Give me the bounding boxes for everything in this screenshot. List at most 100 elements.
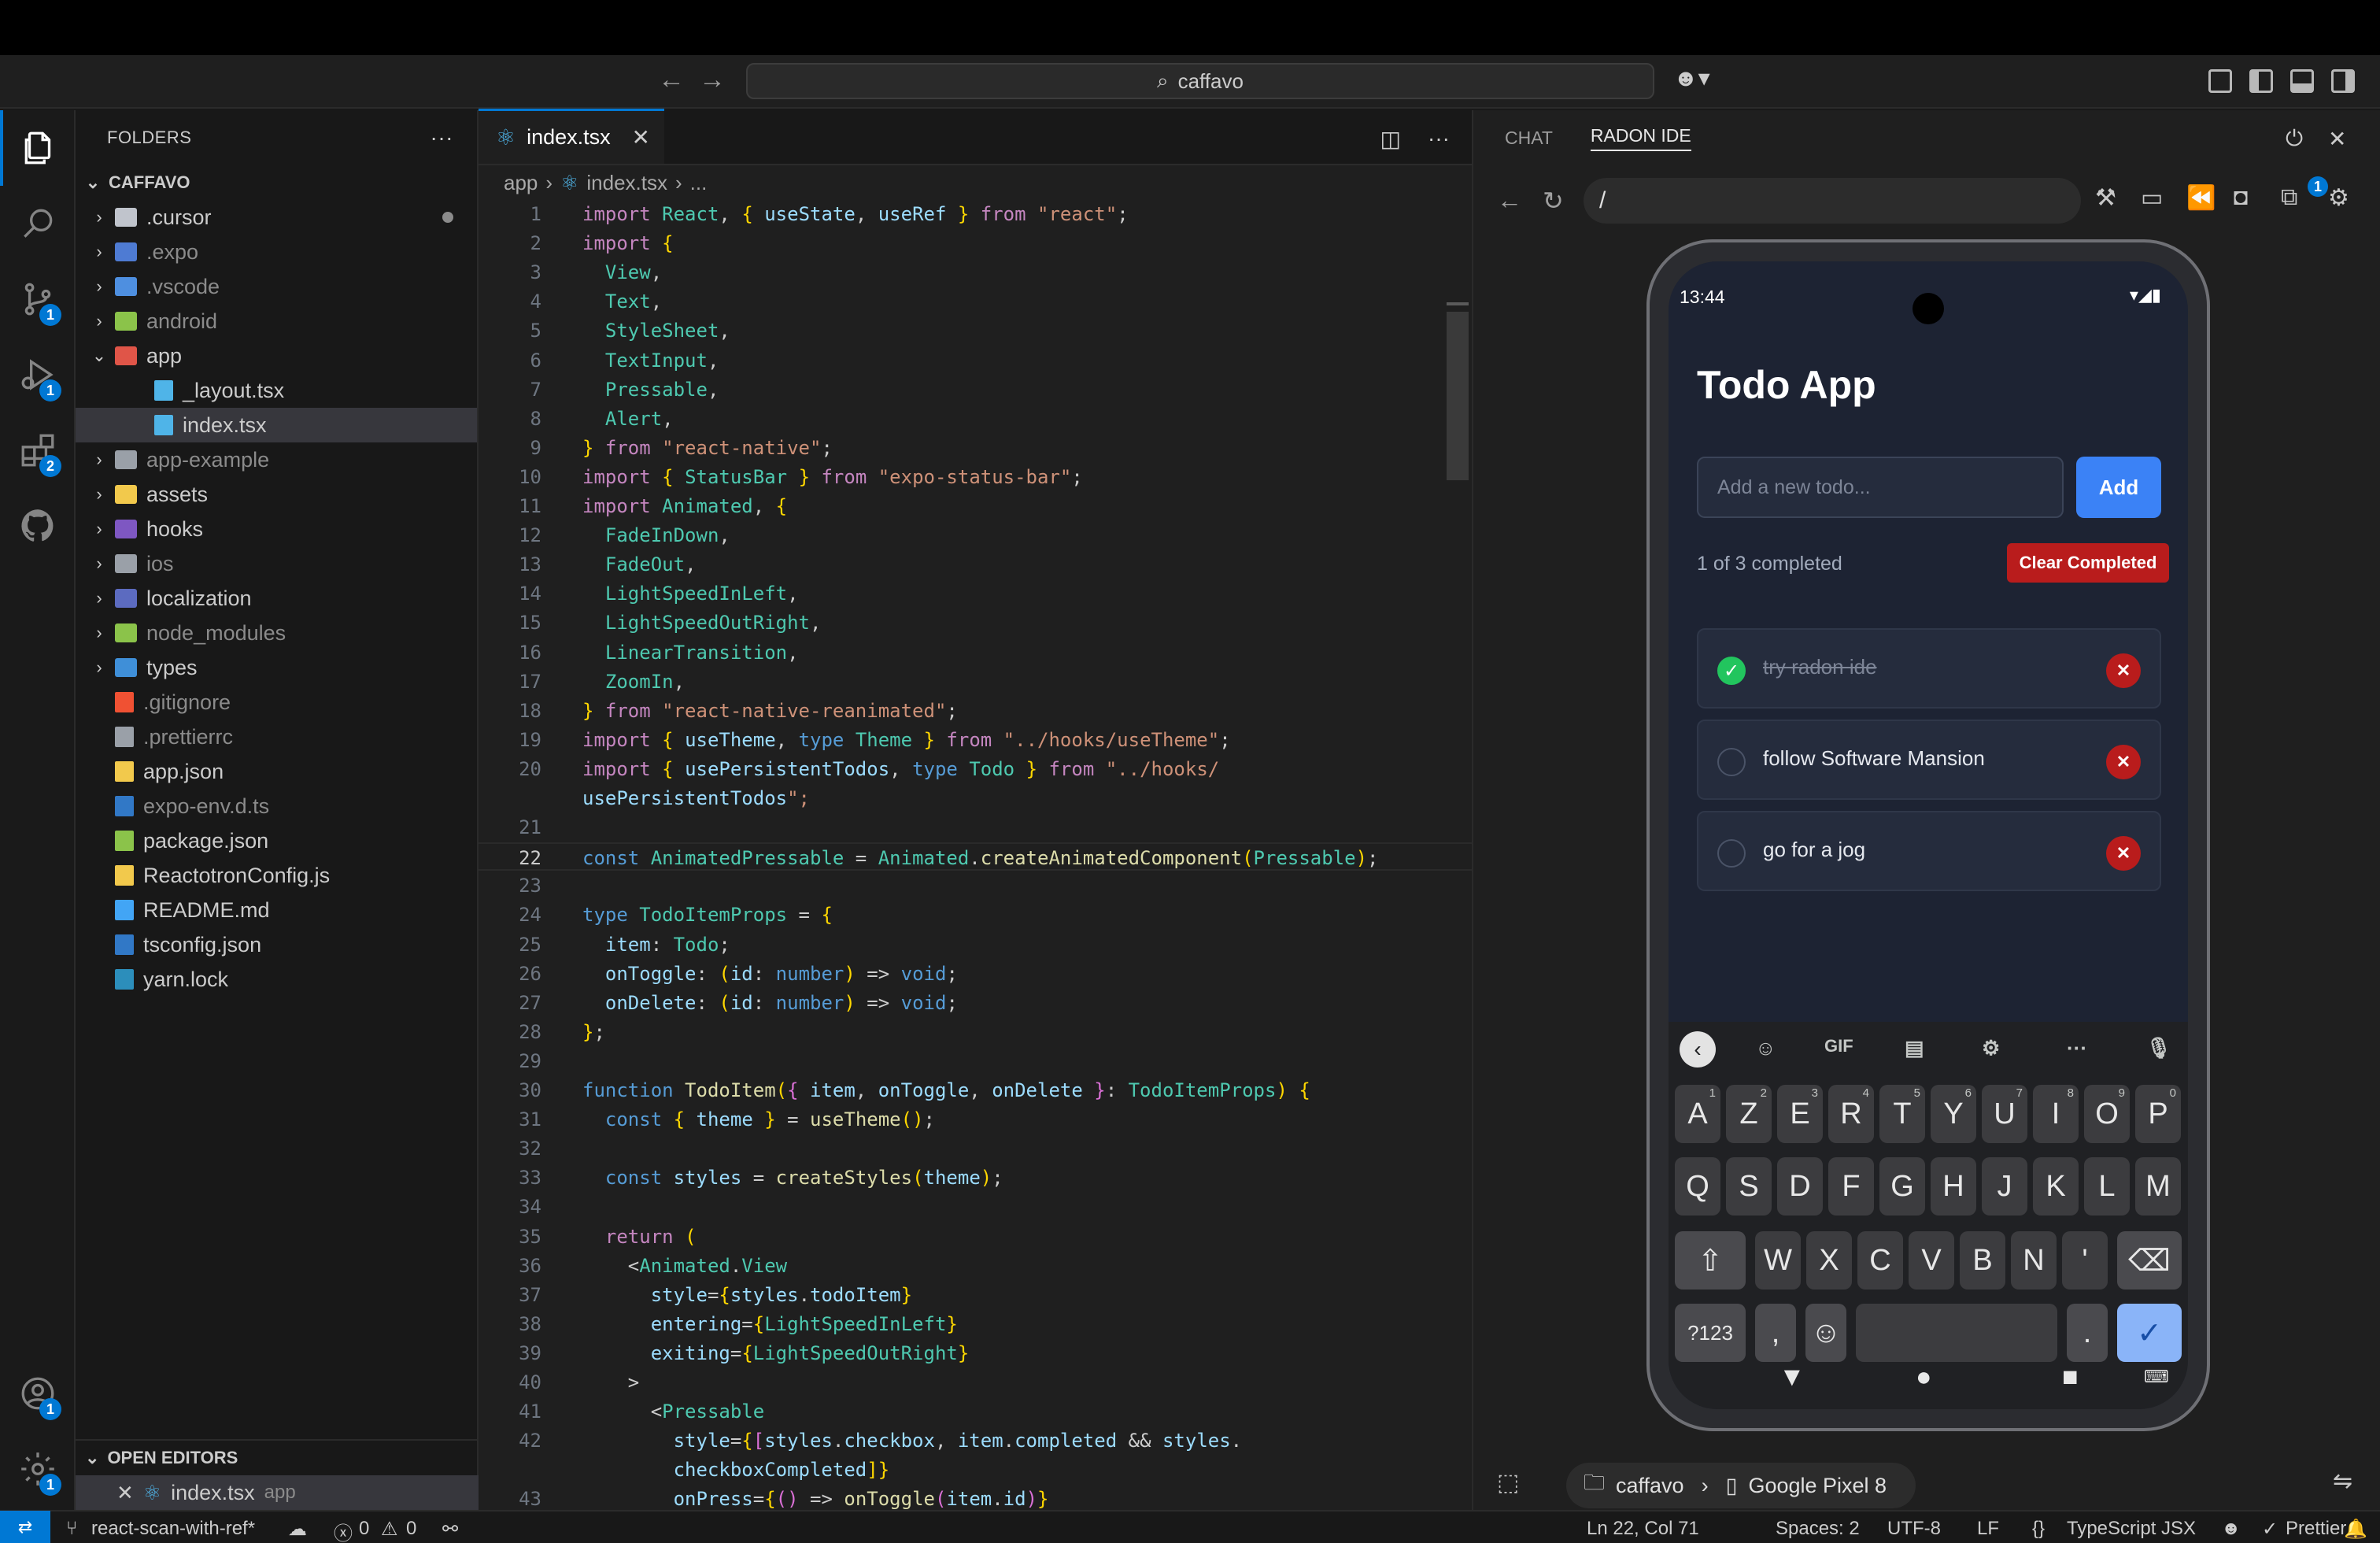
replay-icon[interactable]: ⏪: [2186, 184, 2216, 212]
code-line[interactable]: 28};: [479, 1018, 1472, 1046]
keyboard-collapse-icon[interactable]: ‹: [1680, 1031, 1716, 1068]
code-line[interactable]: 13 FadeOut,: [479, 550, 1472, 579]
clear-completed-button[interactable]: Clear Completed: [2007, 543, 2169, 583]
code-line[interactable]: usePersistentTodos";: [479, 784, 1472, 812]
tree-item[interactable]: › android: [76, 304, 477, 339]
code-line[interactable]: 14 LightSpeedInLeft,: [479, 579, 1472, 608]
close-icon[interactable]: ✕: [632, 124, 650, 150]
power-icon[interactable]: ⏻: [2286, 126, 2303, 152]
tree-item[interactable]: ReactotronConfig.js: [76, 858, 477, 893]
key-n[interactable]: N: [2011, 1231, 2057, 1290]
open-editors-header[interactable]: ⌄ OPEN EDITORS: [76, 1441, 479, 1475]
code-line[interactable]: 32: [479, 1134, 1472, 1163]
code-line[interactable]: 37 style={styles.todoItem}: [479, 1281, 1472, 1309]
key-d[interactable]: D: [1777, 1157, 1823, 1216]
tools-icon[interactable]: ⚒: [2095, 184, 2116, 212]
tree-item[interactable]: index.tsx: [76, 408, 477, 442]
editor-scrollbar[interactable]: [1447, 312, 1469, 480]
code-line[interactable]: 16 LinearTransition,: [479, 638, 1472, 667]
nav-home-icon[interactable]: ●: [1916, 1362, 1932, 1393]
shift-key-icon[interactable]: ⇧: [1675, 1231, 1746, 1290]
key-y[interactable]: Y6: [1931, 1085, 1976, 1143]
todo-item[interactable]: follow Software Mansion ✕: [1697, 720, 2161, 800]
device-screen[interactable]: 13:44 ▾◢▮ Todo App Add a new todo... Add…: [1669, 261, 2188, 1409]
key-j[interactable]: J: [1982, 1157, 2027, 1216]
code-line[interactable]: 17 ZoomIn,: [479, 668, 1472, 696]
tree-item[interactable]: › localization: [76, 581, 477, 616]
record-video-icon[interactable]: ▭: [2141, 184, 2163, 212]
tree-item[interactable]: app.json: [76, 754, 477, 789]
delete-todo-icon[interactable]: ✕: [2106, 653, 2141, 688]
workspace-root[interactable]: ⌄ CAFFAVO: [76, 165, 477, 200]
clipboard-icon[interactable]: ▤: [1905, 1036, 1924, 1060]
tree-item[interactable]: › ios: [76, 546, 477, 581]
url-bar[interactable]: /: [1584, 178, 2081, 224]
remote-indicator-icon[interactable]: ⇄: [0, 1511, 50, 1543]
formatter[interactable]: Prettier: [2286, 1518, 2346, 1540]
device-selector[interactable]: 🗀 caffavo › ▯ Google Pixel 8: [1566, 1463, 1916, 1508]
code-line[interactable]: 39 exiting={LightSpeedOutRight}: [479, 1339, 1472, 1367]
key-a[interactable]: A1: [1675, 1085, 1720, 1143]
code-line[interactable]: checkboxCompleted]}: [479, 1456, 1472, 1484]
nav-back-icon[interactable]: ▼: [1779, 1362, 1805, 1393]
code-line[interactable]: 35 return (: [479, 1223, 1472, 1251]
code-line[interactable]: 29: [479, 1047, 1472, 1075]
tree-item[interactable]: expo-env.d.ts: [76, 789, 477, 823]
gear-icon[interactable]: ⚙: [1982, 1036, 2000, 1060]
accounts-icon[interactable]: 1: [0, 1356, 76, 1431]
tree-item[interactable]: ⌄ app: [76, 339, 477, 373]
github-icon[interactable]: [0, 488, 76, 564]
key-g[interactable]: G: [1879, 1157, 1925, 1216]
code-line[interactable]: 34: [479, 1193, 1472, 1221]
nav-recents-icon[interactable]: ■: [2062, 1362, 2079, 1393]
screenshot-icon[interactable]: ◘: [2234, 184, 2248, 211]
code-line[interactable]: 19 import { useTheme, type Theme } from "…: [479, 726, 1472, 754]
code-line[interactable]: 9} from "react-native";: [479, 434, 1472, 462]
breadcrumb-file[interactable]: index.tsx: [586, 171, 667, 195]
breadcrumb-symbol[interactable]: ...: [690, 171, 708, 195]
code-line[interactable]: 24 type TodoItemProps = {: [479, 901, 1472, 929]
key-c[interactable]: C: [1857, 1231, 1903, 1290]
gear-icon[interactable]: ⚙: [2328, 184, 2349, 212]
extensions-icon[interactable]: 2: [0, 413, 76, 488]
code-line[interactable]: 4 Text,: [479, 287, 1472, 316]
code-line[interactable]: 1 import React, { useState, useRef } from…: [479, 200, 1472, 228]
tree-item[interactable]: › hooks: [76, 512, 477, 546]
key-q[interactable]: Q: [1675, 1157, 1720, 1216]
tree-item[interactable]: › app-example: [76, 442, 477, 477]
key-l[interactable]: L: [2084, 1157, 2130, 1216]
code-line[interactable]: 30 function TodoItem({ item, onToggle, on…: [479, 1076, 1472, 1105]
sync-icon[interactable]: ☁: [288, 1518, 307, 1541]
delete-todo-icon[interactable]: ✕: [2106, 745, 2141, 779]
split-editor-icon[interactable]: ◫: [1380, 126, 1401, 152]
tree-item[interactable]: README.md: [76, 893, 477, 927]
toggle-secondary-sidebar-icon[interactable]: [2331, 69, 2355, 93]
key-s[interactable]: S: [1726, 1157, 1772, 1216]
reload-icon[interactable]: ↻: [1543, 186, 1564, 216]
more-actions-icon[interactable]: ···: [1428, 126, 1450, 152]
code-line[interactable]: 18} from "react-native-reanimated";: [479, 697, 1472, 725]
cursor-position[interactable]: Ln 22, Col 71: [1587, 1518, 1699, 1540]
key-w[interactable]: W: [1755, 1231, 1801, 1290]
code-line[interactable]: 6 TextInput,: [479, 346, 1472, 375]
code-line[interactable]: 25 item: Todo;: [479, 931, 1472, 959]
tree-item[interactable]: yarn.lock: [76, 962, 477, 997]
key-r[interactable]: R4: [1828, 1085, 1874, 1143]
encoding[interactable]: UTF-8: [1887, 1518, 1941, 1540]
code-line[interactable]: 36 <Animated.View: [479, 1252, 1472, 1280]
code-line[interactable]: 43 onPress={() => onToggle(item.id)}: [479, 1485, 1472, 1510]
code-line[interactable]: 40 >: [479, 1368, 1472, 1397]
tree-item[interactable]: package.json: [76, 823, 477, 858]
inspect-icon[interactable]: ⬚: [1497, 1469, 1519, 1497]
key-v[interactable]: V: [1909, 1231, 1954, 1290]
more-icon[interactable]: ···: [2067, 1036, 2087, 1060]
key-o[interactable]: O9: [2084, 1085, 2130, 1143]
key-t[interactable]: T5: [1879, 1085, 1925, 1143]
code-area[interactable]: 1 import React, { useState, useRef } from…: [479, 200, 1472, 1510]
tree-item[interactable]: .gitignore: [76, 685, 477, 720]
tree-item[interactable]: › assets: [76, 477, 477, 512]
code-line[interactable]: 15 LightSpeedOutRight,: [479, 609, 1472, 637]
code-line[interactable]: 42 style={[styles.checkbox, item.complet…: [479, 1426, 1472, 1455]
key-f[interactable]: F: [1828, 1157, 1874, 1216]
code-line[interactable]: 10 import { StatusBar } from "expo-status…: [479, 463, 1472, 491]
